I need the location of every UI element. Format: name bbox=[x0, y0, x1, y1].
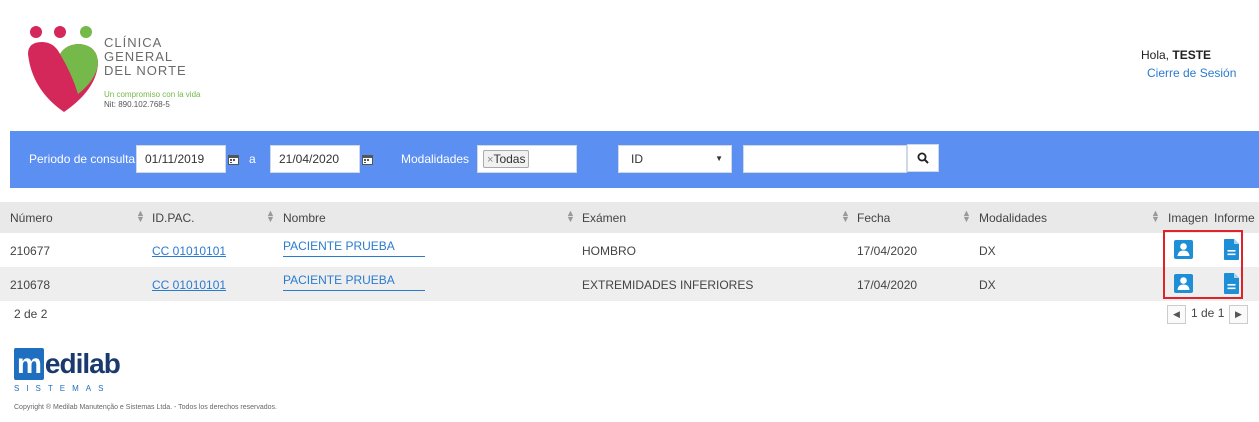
col-numero[interactable]: Número bbox=[10, 211, 53, 225]
date-from-input[interactable]: 01/11/2019 bbox=[136, 145, 226, 173]
cell-numero: 210678 bbox=[10, 278, 51, 292]
greeting-prefix: Hola, bbox=[1141, 48, 1173, 62]
modalities-label: Modalidades bbox=[401, 152, 470, 166]
table-row[interactable]: 210678 CC 01010101 PACIENTE PRUEBA EXTRE… bbox=[0, 267, 1259, 301]
modalities-input[interactable]: ×Todas bbox=[477, 145, 577, 173]
sort-icon[interactable]: ▲ ▼ bbox=[1151, 209, 1160, 224]
cell-idpac-link[interactable]: CC 01010101 bbox=[152, 244, 226, 258]
cell-idpac-link[interactable]: CC 01010101 bbox=[152, 278, 226, 292]
sort-icon[interactable]: ▲ ▼ bbox=[136, 209, 145, 224]
medilab-logo-word: edilab bbox=[44, 348, 121, 379]
cell-examen: HOMBRO bbox=[582, 244, 636, 258]
logout-link[interactable]: Cierre de Sesión bbox=[1147, 66, 1236, 80]
col-examen[interactable]: Exámen bbox=[582, 211, 626, 225]
col-idpac[interactable]: ID.PAC. bbox=[152, 211, 194, 225]
cell-fecha: 17/04/2020 bbox=[857, 278, 918, 292]
table-row[interactable]: 210677 CC 01010101 PACIENTE PRUEBA HOMBR… bbox=[0, 233, 1259, 267]
clinic-name-line3: DEL NORTE bbox=[104, 63, 187, 78]
page-indicator: 1 de 1 bbox=[1191, 306, 1225, 320]
record-count: 2 de 2 bbox=[14, 307, 48, 321]
sort-icon[interactable]: ▲ ▼ bbox=[566, 209, 575, 224]
period-label: Periodo de consulta bbox=[29, 152, 136, 166]
search-button[interactable] bbox=[907, 144, 939, 172]
calendar-to-icon[interactable] bbox=[356, 145, 378, 173]
filter-bar: Periodo de consulta 01/11/2019 a 21/04/2… bbox=[10, 131, 1259, 188]
medilab-logo-m: m bbox=[14, 348, 44, 380]
sort-icon[interactable]: ▲ ▼ bbox=[266, 209, 275, 224]
search-icon bbox=[917, 152, 929, 164]
sort-icon[interactable]: ▲ ▼ bbox=[962, 209, 971, 224]
sort-icon[interactable]: ▲ ▼ bbox=[841, 209, 850, 224]
date-to-input[interactable]: 21/04/2020 bbox=[270, 145, 360, 173]
col-nombre[interactable]: Nombre bbox=[283, 211, 326, 225]
header: CLÍNICA GENERAL DEL NORTE Un compromiso … bbox=[0, 0, 1259, 130]
user-greeting: Hola, TESTE bbox=[1141, 48, 1236, 62]
clinic-name-line1: CLÍNICA bbox=[104, 35, 163, 50]
dropdown-arrow-icon: ▼ bbox=[715, 154, 723, 163]
cell-numero: 210677 bbox=[10, 244, 51, 258]
col-informe[interactable]: Informe bbox=[1214, 211, 1255, 225]
cell-nombre-link[interactable]: PACIENTE PRUEBA bbox=[283, 239, 425, 257]
clinic-tagline: Un compromiso con la vida bbox=[104, 90, 201, 99]
id-select[interactable]: ID ▼ bbox=[618, 145, 732, 173]
user-name: TESTE bbox=[1172, 48, 1212, 62]
clinic-logo-icon bbox=[28, 26, 98, 112]
prev-page-icon[interactable]: ◀ bbox=[1167, 305, 1186, 324]
cell-modalidad: DX bbox=[979, 278, 996, 292]
table-header: Número ▲ ▼ ID.PAC. ▲ ▼ Nombre ▲ ▼ Exámen ▲ ▼… bbox=[0, 202, 1259, 233]
date-separator: a bbox=[249, 152, 256, 166]
cell-fecha: 17/04/2020 bbox=[857, 244, 918, 258]
cell-modalidad: DX bbox=[979, 244, 996, 258]
cell-nombre-link[interactable]: PACIENTE PRUEBA bbox=[283, 273, 425, 291]
col-modalidades[interactable]: Modalidades bbox=[979, 211, 1047, 225]
copyright-text: Copyright ® Medilab Manutenção e Sistema… bbox=[14, 404, 277, 411]
clinic-name: CLÍNICA GENERAL DEL NORTE bbox=[104, 36, 187, 78]
medilab-subtitle: SISTEMAS bbox=[14, 384, 111, 393]
col-imagen[interactable]: Imagen bbox=[1168, 211, 1208, 225]
cell-examen: EXTREMIDADES INFERIORES bbox=[582, 278, 754, 292]
clinic-nit: Nit: 890.102.768-5 bbox=[104, 100, 170, 109]
medilab-logo: m edilab bbox=[14, 348, 121, 380]
col-fecha[interactable]: Fecha bbox=[857, 211, 890, 225]
id-select-value: ID bbox=[631, 152, 643, 166]
clinic-name-line2: GENERAL bbox=[104, 49, 174, 64]
search-input[interactable] bbox=[743, 145, 907, 173]
highlight-box bbox=[1163, 230, 1243, 299]
modality-tag-label: Todas bbox=[493, 152, 526, 166]
calendar-from-icon[interactable] bbox=[222, 145, 244, 173]
next-page-icon[interactable]: ▶ bbox=[1229, 305, 1248, 324]
modality-tag[interactable]: ×Todas bbox=[483, 150, 530, 168]
